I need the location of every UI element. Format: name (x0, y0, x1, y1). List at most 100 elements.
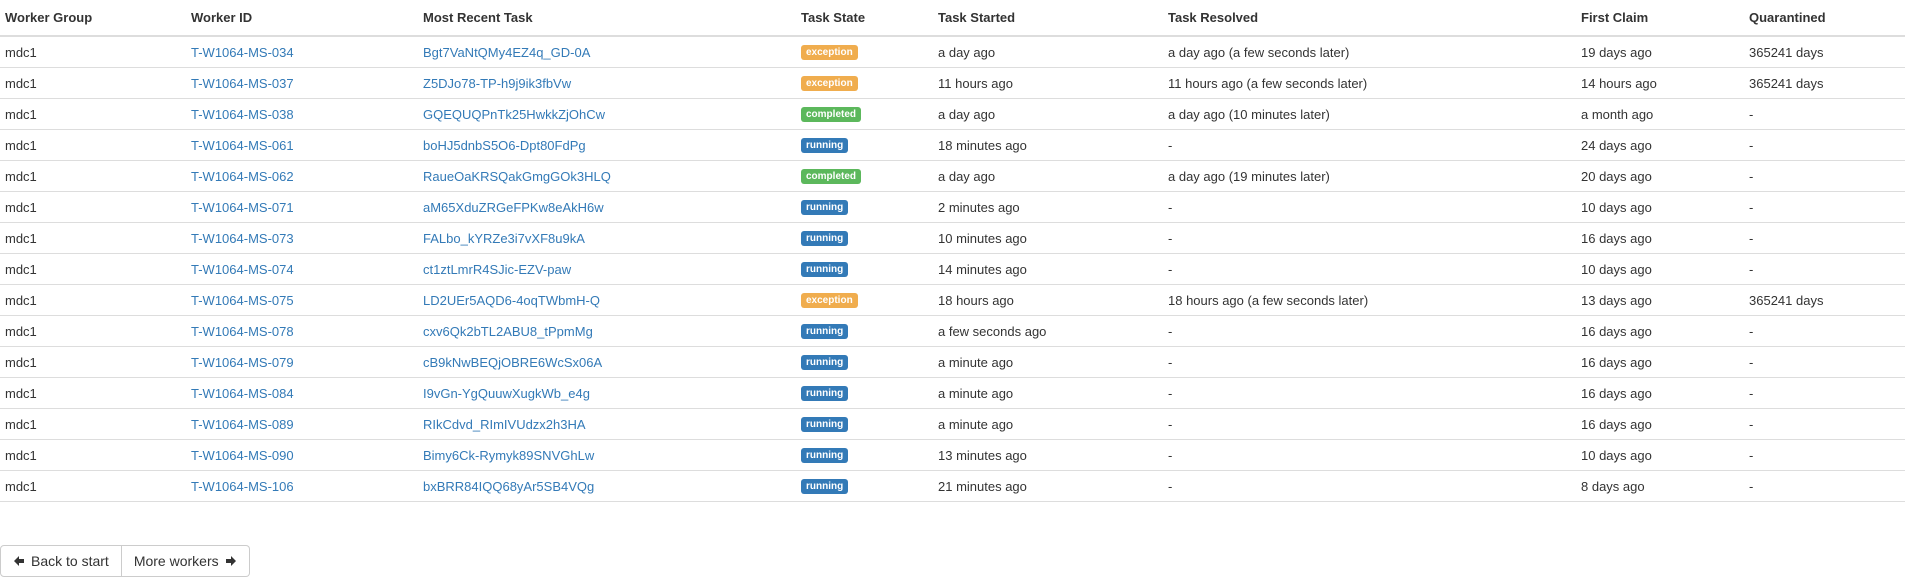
worker-id-link[interactable]: T-W1064-MS-034 (191, 45, 294, 60)
worker-id-link[interactable]: T-W1064-MS-090 (191, 448, 294, 463)
task-started-cell: a minute ago (933, 377, 1163, 409)
quarantined-cell: - (1744, 129, 1905, 161)
table-row: mdc1 T-W1064-MS-071 aM65XduZRGeFPKw8eAkH6w… (0, 191, 1905, 223)
worker-id-cell: T-W1064-MS-073 (186, 222, 418, 254)
back-to-start-label: Back to start (31, 553, 109, 569)
task-link[interactable]: ct1ztLmrR4SJic-EZV-paw (423, 262, 571, 277)
worker-id-link[interactable]: T-W1064-MS-075 (191, 293, 294, 308)
task-state-cell: exception (796, 36, 933, 68)
first-claim-cell: 10 days ago (1576, 253, 1744, 285)
task-started-cell: a minute ago (933, 346, 1163, 378)
task-state-badge: running (801, 138, 849, 154)
first-claim-cell: 8 days ago (1576, 470, 1744, 502)
task-state-cell: running (796, 222, 933, 254)
worker-id-cell: T-W1064-MS-074 (186, 253, 418, 285)
task-cell: RIkCdvd_RImIVUdzx2h3HA (418, 408, 796, 440)
header-task-state: Task State (796, 0, 933, 37)
task-cell: GQEQUQPnTk25HwkkZjOhCw (418, 98, 796, 130)
worker-group-cell: mdc1 (0, 315, 186, 347)
task-link[interactable]: Bimy6Ck-Rymyk89SNVGhLw (423, 448, 594, 463)
task-state-badge: completed (801, 107, 862, 123)
quarantined-cell: - (1744, 191, 1905, 223)
worker-id-link[interactable]: T-W1064-MS-078 (191, 324, 294, 339)
first-claim-cell: 10 days ago (1576, 191, 1744, 223)
task-started-cell: 18 minutes ago (933, 129, 1163, 161)
worker-id-link[interactable]: T-W1064-MS-079 (191, 355, 294, 370)
worker-id-link[interactable]: T-W1064-MS-062 (191, 169, 294, 184)
worker-id-link[interactable]: T-W1064-MS-074 (191, 262, 294, 277)
first-claim-cell: 14 hours ago (1576, 67, 1744, 99)
first-claim-cell: 16 days ago (1576, 222, 1744, 254)
task-cell: ct1ztLmrR4SJic-EZV-paw (418, 253, 796, 285)
task-cell: boHJ5dnbS5O6-Dpt80FdPg (418, 129, 796, 161)
worker-id-cell: T-W1064-MS-037 (186, 67, 418, 99)
task-state-badge: running (801, 231, 849, 247)
worker-id-link[interactable]: T-W1064-MS-106 (191, 479, 294, 494)
worker-id-link[interactable]: T-W1064-MS-073 (191, 231, 294, 246)
task-link[interactable]: RIkCdvd_RImIVUdzx2h3HA (423, 417, 586, 432)
worker-id-cell: T-W1064-MS-071 (186, 191, 418, 223)
quarantined-cell: - (1744, 470, 1905, 502)
worker-group-cell: mdc1 (0, 98, 186, 130)
first-claim-cell: 13 days ago (1576, 284, 1744, 316)
worker-id-link[interactable]: T-W1064-MS-037 (191, 76, 294, 91)
table-header-row: Worker Group Worker ID Most Recent Task … (0, 0, 1905, 37)
quarantined-cell: - (1744, 439, 1905, 471)
task-link[interactable]: cB9kNwBEQjOBRE6WcSx06A (423, 355, 602, 370)
first-claim-cell: 16 days ago (1576, 346, 1744, 378)
task-state-cell: running (796, 129, 933, 161)
quarantined-cell: - (1744, 377, 1905, 409)
task-state-cell: completed (796, 98, 933, 130)
task-state-badge: exception (801, 293, 858, 309)
table-row: mdc1 T-W1064-MS-034 Bgt7VaNtQMy4EZ4q_GD-0A… (0, 36, 1905, 68)
pagination: Back to start More workers (0, 545, 250, 577)
first-claim-cell: 10 days ago (1576, 439, 1744, 471)
table-row: mdc1 T-W1064-MS-089 RIkCdvd_RImIVUdzx2h3HA… (0, 408, 1905, 440)
task-started-cell: a few seconds ago (933, 315, 1163, 347)
task-link[interactable]: bxBRR84IQQ68yAr5SB4VQg (423, 479, 594, 494)
back-to-start-button[interactable]: Back to start (0, 545, 122, 577)
more-workers-label: More workers (133, 553, 219, 569)
task-cell: I9vGn-YgQuuwXugkWb_e4g (418, 377, 796, 409)
task-started-cell: 11 hours ago (933, 67, 1163, 99)
task-link[interactable]: Bgt7VaNtQMy4EZ4q_GD-0A (423, 45, 590, 60)
task-cell: bxBRR84IQQ68yAr5SB4VQg (418, 470, 796, 502)
task-link[interactable]: GQEQUQPnTk25HwkkZjOhCw (423, 107, 605, 122)
task-state-badge: running (801, 324, 849, 340)
task-link[interactable]: aM65XduZRGeFPKw8eAkH6w (423, 200, 604, 215)
quarantined-cell: - (1744, 346, 1905, 378)
task-cell: RaueOaKRSQakGmgGOk3HLQ (418, 160, 796, 192)
arrow-left-icon (13, 555, 25, 567)
worker-group-cell: mdc1 (0, 439, 186, 471)
quarantined-cell: - (1744, 408, 1905, 440)
task-state-cell: exception (796, 284, 933, 316)
worker-id-cell: T-W1064-MS-061 (186, 129, 418, 161)
task-link[interactable]: I9vGn-YgQuuwXugkWb_e4g (423, 386, 590, 401)
task-state-badge: running (801, 200, 849, 216)
worker-id-link[interactable]: T-W1064-MS-071 (191, 200, 294, 215)
task-state-badge: completed (801, 169, 862, 185)
task-cell: LD2UEr5AQD6-4oqTWbmH-Q (418, 284, 796, 316)
table-row: mdc1 T-W1064-MS-084 I9vGn-YgQuuwXugkWb_e4g… (0, 377, 1905, 409)
worker-id-link[interactable]: T-W1064-MS-084 (191, 386, 294, 401)
worker-id-cell: T-W1064-MS-090 (186, 439, 418, 471)
task-link[interactable]: boHJ5dnbS5O6-Dpt80FdPg (423, 138, 586, 153)
task-link[interactable]: RaueOaKRSQakGmgGOk3HLQ (423, 169, 611, 184)
task-cell: FALbo_kYRZe3i7vXF8u9kA (418, 222, 796, 254)
task-link[interactable]: FALbo_kYRZe3i7vXF8u9kA (423, 231, 585, 246)
task-link[interactable]: cxv6Qk2bTL2ABU8_tPpmMg (423, 324, 593, 339)
worker-id-link[interactable]: T-W1064-MS-089 (191, 417, 294, 432)
worker-id-link[interactable]: T-W1064-MS-038 (191, 107, 294, 122)
task-state-badge: exception (801, 76, 858, 92)
task-cell: Bgt7VaNtQMy4EZ4q_GD-0A (418, 36, 796, 68)
worker-group-cell: mdc1 (0, 222, 186, 254)
task-link[interactable]: Z5DJo78-TP-h9j9ik3fbVw (423, 76, 571, 91)
task-link[interactable]: LD2UEr5AQD6-4oqTWbmH-Q (423, 293, 600, 308)
task-resolved-cell: - (1163, 439, 1576, 471)
worker-id-cell: T-W1064-MS-079 (186, 346, 418, 378)
worker-id-link[interactable]: T-W1064-MS-061 (191, 138, 294, 153)
task-started-cell: 18 hours ago (933, 284, 1163, 316)
quarantined-cell: 365241 days (1744, 36, 1905, 68)
table-row: mdc1 T-W1064-MS-037 Z5DJo78-TP-h9j9ik3fbVw… (0, 67, 1905, 99)
more-workers-button[interactable]: More workers (121, 545, 250, 577)
